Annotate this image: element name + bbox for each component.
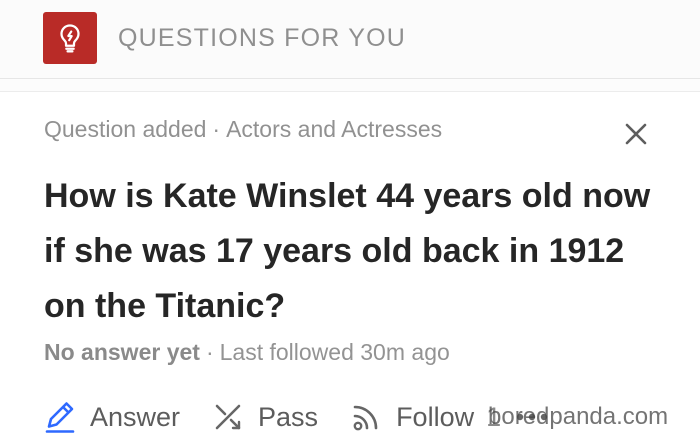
answer-button[interactable]: Answer (42, 399, 180, 435)
last-followed-label: Last followed 30m ago (219, 339, 450, 365)
question-title[interactable]: How is Kate Winslet 44 years old now if … (44, 169, 664, 334)
topic-link[interactable]: Actors and Actresses (226, 116, 442, 142)
answer-label: Answer (90, 401, 181, 432)
status-separator: · (205, 339, 214, 365)
pass-button[interactable]: Pass (210, 399, 318, 435)
questions-for-you-header: QUESTIONS FOR YOU (0, 0, 700, 79)
watermark: boredpanda.com (488, 403, 669, 430)
follow-button[interactable]: Follow 1 (348, 399, 501, 435)
pass-icon (215, 404, 241, 430)
pass-label: Pass (258, 401, 319, 432)
question-status: No answer yet · Last followed 30m ago (44, 339, 450, 366)
no-answer-label: No answer yet (44, 339, 200, 365)
question-meta: Question added · Actors and Actresses (44, 116, 442, 143)
lightbulb-icon (43, 12, 97, 64)
action-bar: Answer Pass Follow 1 (42, 397, 549, 437)
meta-separator: · (212, 116, 221, 142)
close-icon (625, 123, 647, 145)
quora-page: QUESTIONS FOR YOU Question added · Actors … (0, 0, 700, 440)
question-card: Question added · Actors and Actresses How … (0, 91, 700, 440)
follow-icon (353, 405, 378, 431)
follow-label: Follow (396, 401, 475, 432)
pencil-icon (45, 402, 75, 433)
header-title: QUESTIONS FOR YOU (118, 24, 407, 52)
close-button[interactable] (620, 118, 652, 150)
question-added-label: Question added (44, 116, 207, 142)
